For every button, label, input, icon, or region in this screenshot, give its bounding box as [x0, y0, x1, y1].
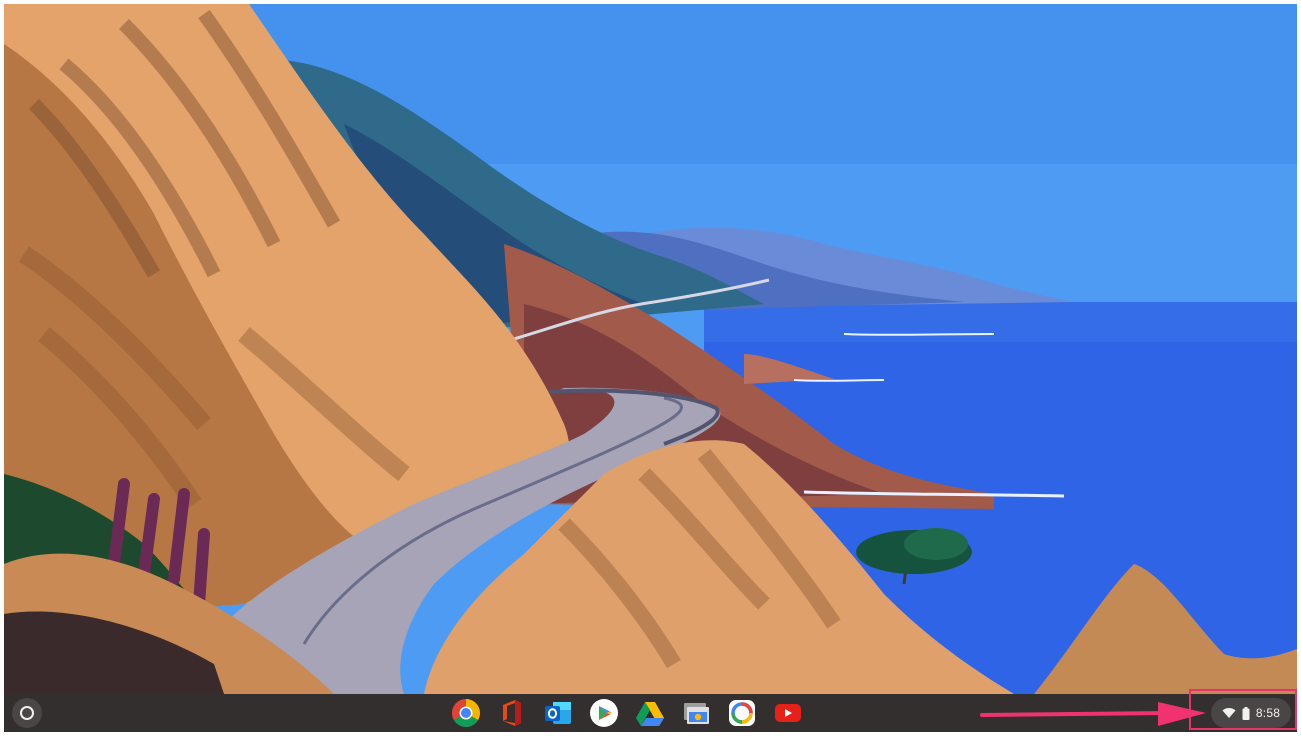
youtube-icon [775, 704, 801, 722]
desktop: 8:58 [4, 4, 1297, 732]
drive-icon [636, 702, 664, 726]
status-tray[interactable]: 8:58 [1211, 698, 1291, 728]
pinned-apps [450, 698, 804, 728]
drive-app-button[interactable] [634, 698, 666, 728]
office-icon [503, 700, 521, 726]
remote-desktop-icon [684, 703, 709, 724]
outlook-icon [545, 702, 571, 724]
play-store-icon [590, 699, 618, 727]
remote-desktop-app-button[interactable] [680, 698, 712, 728]
chrome-app-button[interactable] [450, 698, 482, 728]
outlook-app-button[interactable] [542, 698, 574, 728]
photo-app-button[interactable] [726, 698, 758, 728]
wallpaper [4, 4, 1297, 694]
youtube-app-button[interactable] [772, 698, 804, 728]
shelf: 8:58 [4, 694, 1297, 732]
launcher-button[interactable] [12, 698, 42, 728]
office-app-button[interactable] [496, 698, 528, 728]
play-store-app-button[interactable] [588, 698, 620, 728]
clock-time: 8:58 [1255, 706, 1281, 720]
battery-icon [1242, 706, 1250, 720]
photo-app-icon [729, 700, 755, 726]
launcher-circle-icon [20, 706, 34, 720]
chrome-icon [452, 699, 480, 727]
wifi-icon [1222, 708, 1236, 718]
